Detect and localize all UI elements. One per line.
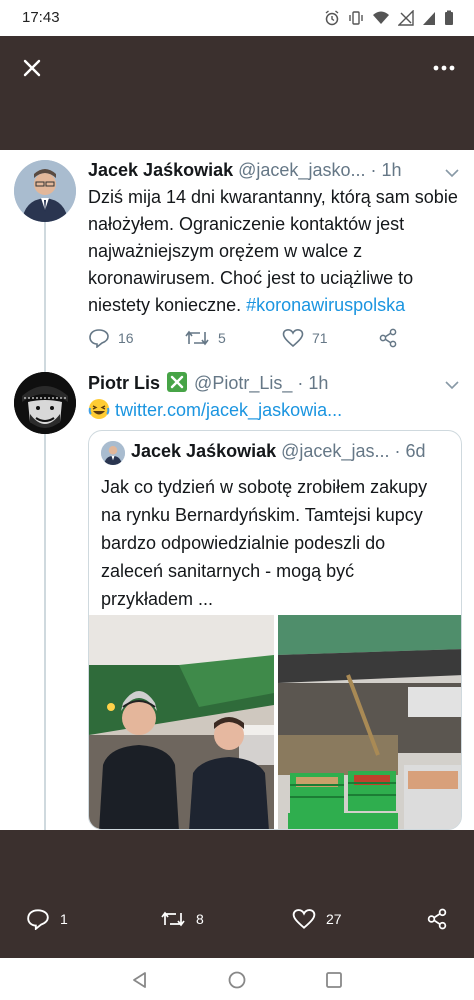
market-photo-people-image — [89, 615, 274, 829]
like-button[interactable]: 71 — [282, 328, 328, 348]
avatar[interactable] — [14, 372, 76, 434]
status-time: 17:43 — [22, 9, 60, 26]
reply-button[interactable]: 16 — [88, 328, 134, 348]
author-handle[interactable]: @Piotr_Lis_ — [194, 373, 292, 393]
retweet-icon — [185, 330, 209, 346]
signal-icon — [423, 12, 435, 25]
tweet-actions: 16 5 71 — [88, 326, 408, 350]
signal-off-icon — [398, 10, 414, 26]
tweet-thread: Jacek Jaśkowiak @jacek_jasko... · 1h Dzi… — [0, 150, 474, 830]
share-icon — [427, 908, 447, 930]
vibrate-icon — [349, 11, 363, 25]
tweet-time: · 1h — [297, 373, 329, 393]
market-photo-stall-image — [278, 615, 461, 829]
quoted-tweet-text: Jak co tydzień w sobotę zrobiłem zakupy … — [101, 477, 428, 609]
thread-connector-line — [44, 222, 46, 830]
reply-button[interactable]: 1 — [26, 908, 68, 930]
market-photo-stall[interactable] — [278, 615, 461, 829]
quoted-tweet-link[interactable]: twitter.com/jacek_jaskowia... — [115, 400, 342, 420]
reply-count: 16 — [118, 330, 134, 346]
avatar-portrait — [14, 160, 76, 222]
tweet-time: · 1h — [370, 160, 402, 180]
avatar-portrait — [101, 441, 125, 465]
quoted-tweet-card[interactable]: Jacek Jaśkowiak @jacek_jas... · 6d Jak c… — [88, 430, 462, 830]
chevron-down-icon[interactable] — [444, 168, 460, 178]
share-button[interactable] — [378, 328, 398, 348]
avatar-portrait — [14, 372, 76, 434]
author-handle: @jacek_jas... — [281, 441, 390, 461]
hashtag-link[interactable]: #koronawiruspolska — [246, 295, 405, 315]
retweet-button[interactable]: 8 — [160, 908, 204, 930]
reply-count: 1 — [60, 911, 68, 927]
retweet-count: 5 — [218, 330, 226, 346]
reply-tweet-text: twitter.com/jacek_jaskowia... — [88, 397, 468, 424]
author-name[interactable]: Jacek Jaśkowiak — [88, 160, 233, 180]
author-name: Jacek Jaśkowiak — [131, 441, 277, 461]
reply-icon — [27, 909, 49, 930]
close-icon[interactable] — [20, 56, 44, 80]
heart-icon — [292, 909, 316, 929]
status-icons — [324, 10, 454, 26]
battery-icon — [445, 10, 453, 25]
author-handle[interactable]: @jacek_jasko... — [238, 160, 365, 180]
bottom-bar: 1 8 27 — [0, 830, 474, 958]
reply-tweet-header: Piotr Lis @Piotr_Lis_ · 1h — [88, 372, 328, 394]
like-count: 71 — [312, 330, 328, 346]
alarm-icon — [325, 10, 339, 26]
like-button[interactable]: 27 — [292, 908, 342, 930]
top-bar — [0, 36, 474, 150]
tweet-time: · 6d — [394, 441, 426, 461]
tweet-text: Dziś mija 14 dni kwarantanny, którą sam … — [88, 184, 468, 319]
retweet-button[interactable]: 5 — [184, 328, 226, 348]
back-icon[interactable] — [130, 970, 150, 990]
share-button[interactable] — [426, 908, 448, 930]
tweet-header: Jacek Jaśkowiak @jacek_jasko... · 1h — [88, 160, 402, 181]
author-name[interactable]: Piotr Lis — [88, 373, 160, 393]
heart-icon — [282, 328, 304, 348]
quoted-tweet-header: Jacek Jaśkowiak @jacek_jas... · 6d — [131, 441, 426, 462]
recent-apps-icon[interactable] — [324, 970, 344, 990]
laughing-emoji-icon — [88, 399, 110, 419]
home-icon[interactable] — [227, 970, 247, 990]
chevron-down-icon[interactable] — [444, 380, 460, 390]
share-icon — [379, 328, 397, 348]
wifi-icon — [373, 11, 389, 24]
navigation-bar — [0, 958, 474, 1000]
retweet-icon — [161, 911, 185, 927]
retweet-count: 8 — [196, 911, 204, 927]
status-bar: 17:43 — [0, 0, 474, 36]
more-options-icon[interactable] — [432, 58, 456, 78]
cross-mark-icon — [167, 372, 188, 392]
avatar[interactable] — [14, 160, 76, 222]
reply-icon — [89, 329, 109, 348]
bottom-tweet-actions: 1 8 27 — [0, 906, 474, 936]
like-count: 27 — [326, 911, 342, 927]
avatar — [101, 441, 125, 465]
market-photo-people[interactable] — [89, 615, 274, 829]
